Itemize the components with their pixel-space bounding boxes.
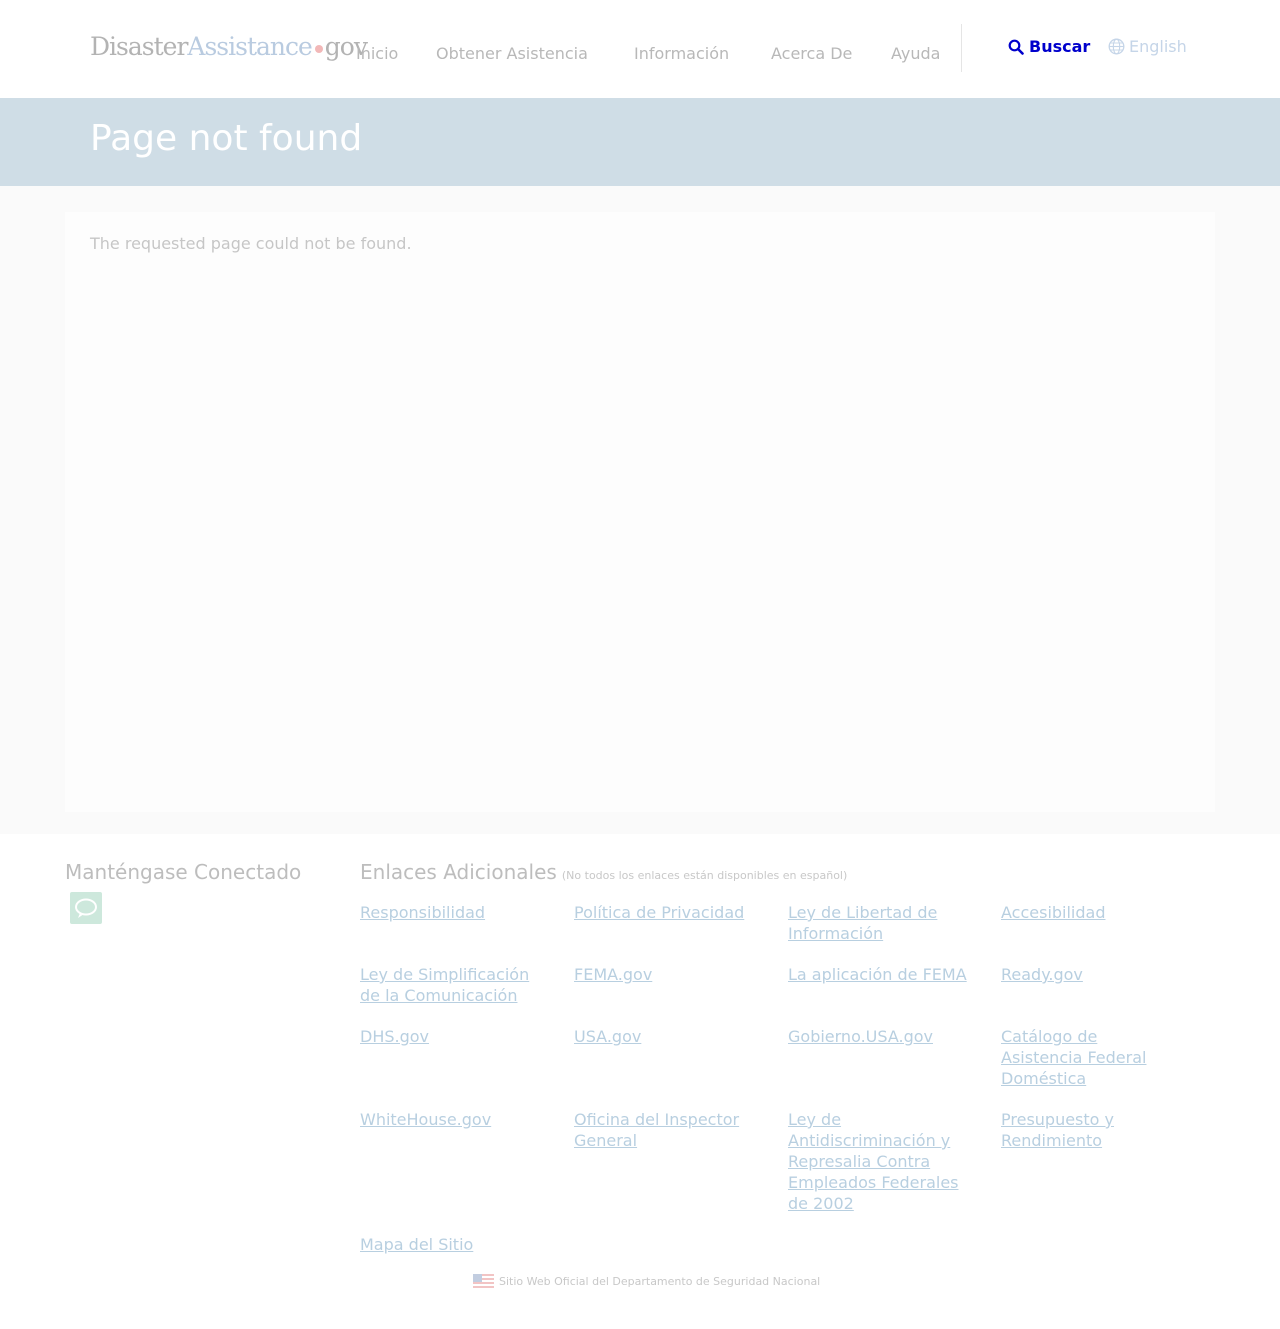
stay-connected-title: Manténgase Conectado <box>65 860 302 884</box>
content-card: The requested page could not be found. <box>65 212 1215 812</box>
chat-bubble-icon <box>75 898 97 918</box>
footer-link-antidiscriminacion[interactable]: Ley de Antidiscriminación y Represalia C… <box>788 1109 973 1214</box>
footer-link-fema[interactable]: FEMA.gov <box>574 964 764 985</box>
additional-links-note: (No todos los enlaces están disponibles … <box>561 869 848 882</box>
footer-link-inspector-general[interactable]: Oficina del Inspector General <box>574 1109 764 1151</box>
site-header: DisasterAssistance gov Inicio Obtener Asi… <box>0 0 1280 98</box>
footer-link-libertad-informacion[interactable]: Ley de Libertad de Información <box>788 902 968 944</box>
nav-obtener-asistencia[interactable]: Obtener Asistencia <box>436 44 588 63</box>
additional-links-heading: Enlaces Adicionales (No todos los enlace… <box>360 860 847 884</box>
official-site-notice: Sitio Web Oficial del Departamento de Se… <box>473 1274 820 1288</box>
us-flag-icon <box>473 1274 494 1288</box>
search-button[interactable]: Buscar <box>1008 37 1090 56</box>
footer-link-ready[interactable]: Ready.gov <box>1001 964 1191 985</box>
footer-link-mapa-sitio[interactable]: Mapa del Sitio <box>360 1234 550 1255</box>
site-footer: Manténgase Conectado Enlaces Adicionales… <box>0 834 1280 1329</box>
nav-acerca-de[interactable]: Acerca De <box>771 44 852 63</box>
additional-links-title: Enlaces Adicionales <box>360 860 557 884</box>
page-title: Page not found <box>90 118 363 159</box>
footer-link-accesibilidad[interactable]: Accesibilidad <box>1001 902 1191 923</box>
nav-ayuda[interactable]: Ayuda <box>891 44 940 63</box>
search-icon <box>1008 39 1024 55</box>
nav-informacion[interactable]: Información <box>634 44 729 63</box>
globe-icon <box>1108 38 1125 55</box>
footer-link-privacidad[interactable]: Política de Privacidad <box>574 902 764 923</box>
main-content: The requested page could not be found. <box>0 186 1280 834</box>
nav-inicio[interactable]: Inicio <box>356 44 398 63</box>
footer-link-app-fema[interactable]: La aplicación de FEMA <box>788 964 988 985</box>
site-logo[interactable]: DisasterAssistance gov <box>90 32 368 61</box>
logo-part-disaster: Disaster <box>90 32 188 61</box>
language-toggle[interactable]: English <box>1108 37 1187 56</box>
nav-divider <box>961 24 962 72</box>
page-title-banner: Page not found <box>0 98 1280 186</box>
logo-part-assistance: Assistance <box>187 32 312 61</box>
footer-link-simplificacion[interactable]: Ley de Simplificación de la Comunicación <box>360 964 550 1006</box>
footer-link-presupuesto[interactable]: Presupuesto y Rendimiento <box>1001 1109 1151 1151</box>
not-found-message: The requested page could not be found. <box>90 234 412 253</box>
logo-dot <box>314 45 323 53</box>
footer-link-gobierno-usa[interactable]: Gobierno.USA.gov <box>788 1026 978 1047</box>
official-site-text: Sitio Web Oficial del Departamento de Se… <box>499 1274 821 1288</box>
footer-link-dhs[interactable]: DHS.gov <box>360 1026 550 1047</box>
footer-link-catalogo[interactable]: Catálogo de Asistencia Federal Doméstica <box>1001 1026 1166 1089</box>
footer-link-whitehouse[interactable]: WhiteHouse.gov <box>360 1109 550 1130</box>
language-label: English <box>1129 37 1187 56</box>
search-label: Buscar <box>1029 37 1091 56</box>
footer-link-responsibilidad[interactable]: Responsibilidad <box>360 902 550 923</box>
footer-link-usa[interactable]: USA.gov <box>574 1026 764 1047</box>
chat-button[interactable] <box>70 892 102 924</box>
